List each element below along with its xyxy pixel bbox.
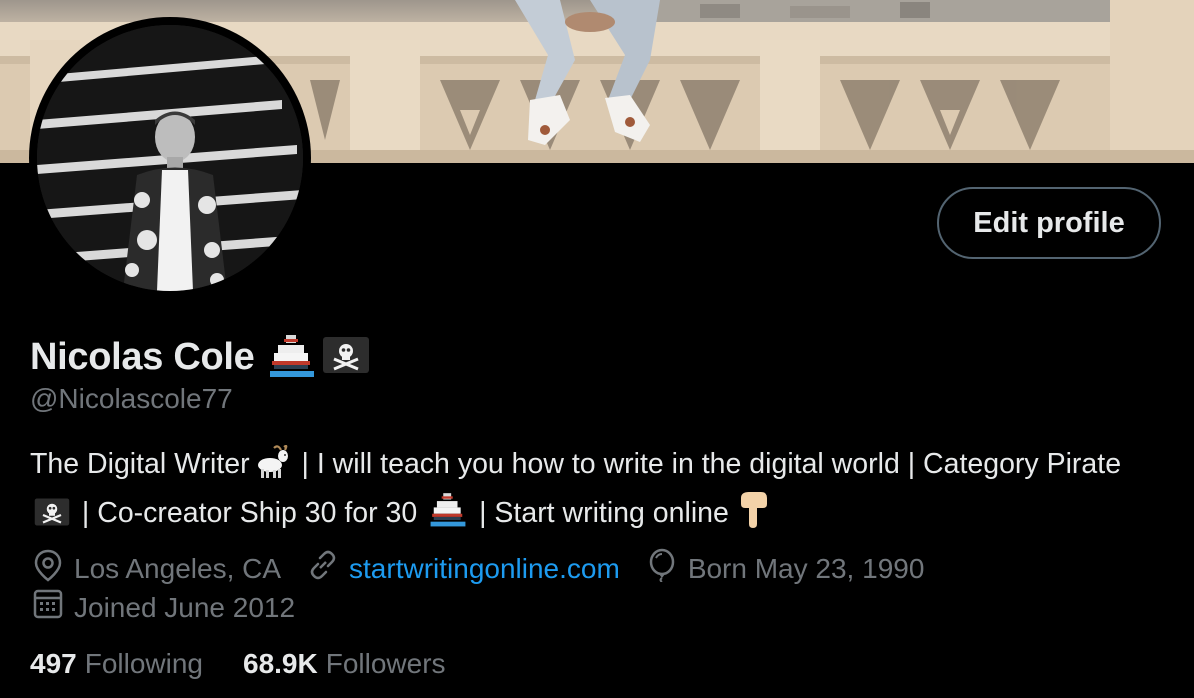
display-name: Nicolas Cole: [30, 335, 255, 378]
website-link[interactable]: startwritingonline.com: [349, 553, 620, 585]
profile-meta-row-2: Joined June 2012: [32, 588, 321, 627]
avatar-photo: [37, 25, 303, 291]
link-icon: [307, 549, 349, 588]
following-link[interactable]: 497 Following: [30, 648, 203, 680]
goat-emoji-icon: [254, 444, 290, 490]
profile-page: Edit profile Nicolas Cole @Nicolascole77…: [0, 0, 1194, 698]
calendar-icon: [32, 588, 74, 627]
location-text: Los Angeles, CA: [74, 552, 282, 584]
location-item: Los Angeles, CA: [32, 548, 281, 589]
location-pin-icon: [32, 548, 74, 589]
ship-emoji-icon: [268, 331, 316, 384]
followers-link[interactable]: 68.9K Followers: [243, 648, 446, 680]
bio-text-1: The Digital Writer: [30, 448, 250, 480]
joined-text: Joined June 2012: [74, 591, 296, 623]
pirate-flag-emoji-icon: [322, 331, 370, 384]
following-count: 497: [30, 648, 77, 679]
followers-count: 68.9K: [243, 648, 318, 679]
profile-name-row: Nicolas Cole: [30, 330, 370, 384]
ship-emoji-icon: [429, 490, 467, 539]
joined-item: Joined June 2012: [32, 588, 295, 627]
bio-text-3: | Co-creator Ship 30 for 30: [74, 497, 426, 529]
edit-profile-button[interactable]: Edit profile: [937, 187, 1161, 259]
bio-text-4: | Start writing online: [471, 497, 737, 529]
birthday-text: Born May 23, 1990: [687, 552, 925, 584]
profile-meta-row: Los Angeles, CA startwritingonline.com B…: [32, 548, 950, 589]
birthday-item: Born May 23, 1990: [646, 548, 925, 589]
profile-avatar[interactable]: [29, 17, 311, 299]
balloon-icon: [646, 548, 688, 589]
profile-handle: @Nicolascole77: [30, 383, 233, 414]
bio-text-2: | I will teach you how to write in the d…: [293, 448, 1122, 480]
website-item[interactable]: startwritingonline.com: [307, 549, 620, 588]
pointing-down-emoji-icon: [737, 490, 769, 539]
followers-label: Followers: [325, 648, 446, 679]
following-label: Following: [84, 648, 203, 679]
follow-stats: 497 Following 68.9K Followers: [30, 648, 486, 680]
pirate-flag-emoji-icon: [34, 496, 70, 539]
profile-bio: The Digital Writer | I will teach you ho…: [30, 444, 1140, 539]
